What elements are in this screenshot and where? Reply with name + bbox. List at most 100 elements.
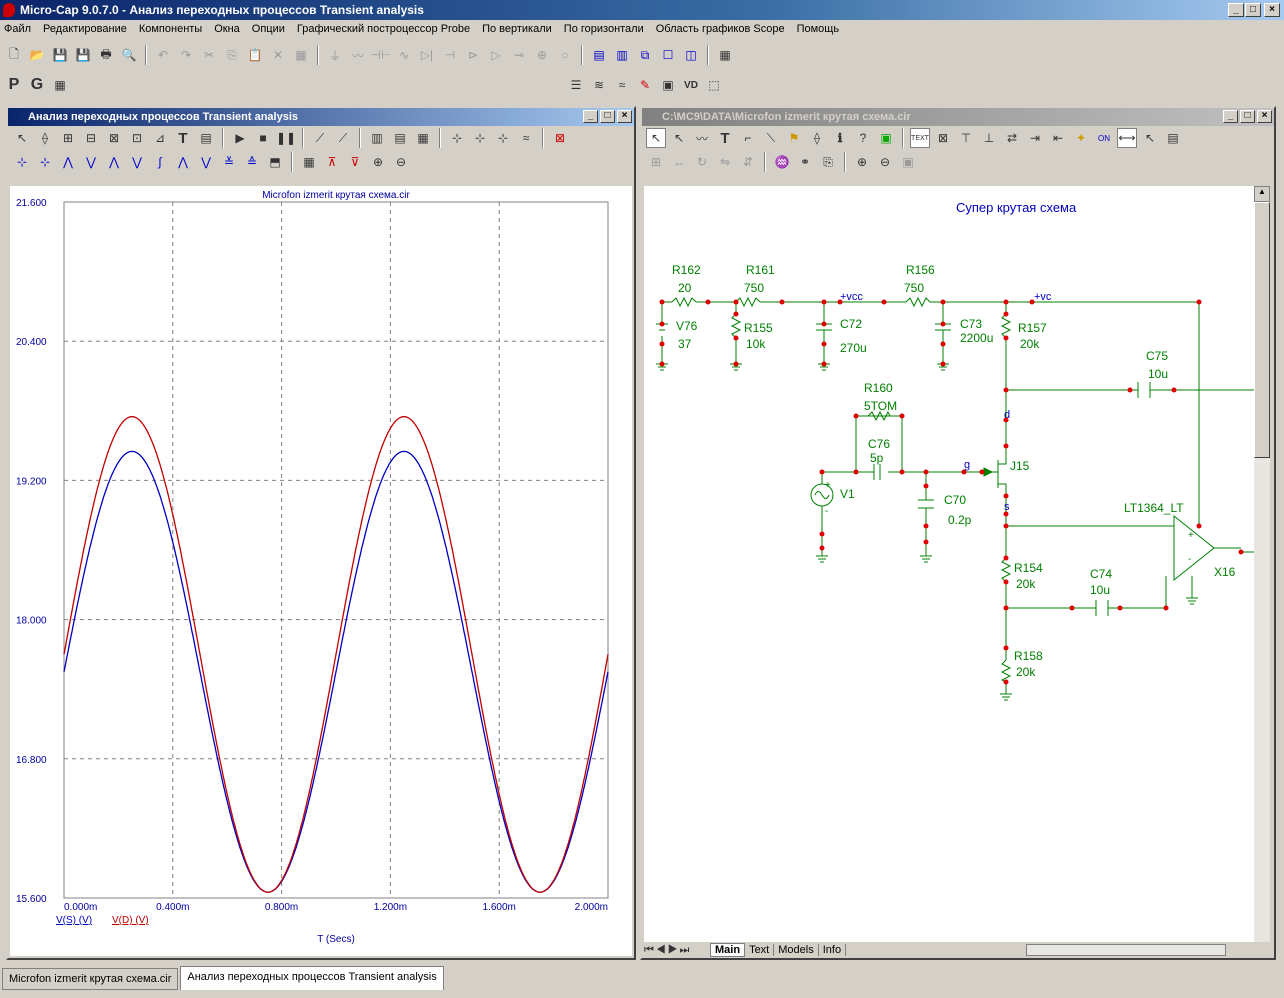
global-low-icon[interactable]: ⋁ — [196, 152, 216, 172]
save-icon[interactable]: 💾 — [50, 45, 70, 65]
tile-vertical-icon[interactable]: ▥ — [612, 45, 632, 65]
find-icon[interactable]: ♒ — [772, 152, 792, 172]
menu-vertical[interactable]: По вертикали — [482, 23, 552, 35]
tag-icon[interactable]: ⬒ — [265, 152, 285, 172]
delete-plot-icon[interactable]: ⊠ — [550, 128, 570, 148]
low-icon[interactable]: ⋁ — [127, 152, 147, 172]
bottom-icon[interactable]: ≙ — [242, 152, 262, 172]
properties-icon[interactable]: ▤ — [196, 128, 216, 148]
taskbar-tab-analysis[interactable]: Анализ переходных процессов Transient an… — [180, 966, 444, 990]
line-tool-icon[interactable]: ⟋ — [310, 128, 330, 148]
resistor-r161[interactable] — [735, 296, 761, 308]
schematic-canvas[interactable]: R162 20 R161 750 R156 750 V76 37 R155 10… — [644, 186, 1254, 942]
cursor-icon[interactable]: ⊹ — [447, 128, 467, 148]
grid-view-2-icon[interactable]: ▤ — [390, 128, 410, 148]
valley-icon[interactable]: ⋁ — [81, 152, 101, 172]
menu-options[interactable]: Опции — [252, 23, 285, 35]
select-all-icon[interactable]: ▦ — [291, 45, 311, 65]
resistor-r156[interactable] — [905, 296, 931, 308]
transient-chart[interactable]: 21.600 20.400 19.200 18.000 16.800 15.600 0.00… — [10, 186, 632, 956]
wire-mode-icon[interactable]: ⟷ — [1117, 128, 1137, 148]
print-preview-icon[interactable]: 🔍 — [119, 45, 139, 65]
flip-h-icon[interactable]: ↔ — [669, 152, 689, 172]
page-icon[interactable]: ⎘ — [818, 152, 838, 172]
help-icon[interactable]: ? — [853, 128, 873, 148]
shapes-icon[interactable]: ⟠ — [807, 128, 827, 148]
probe-pen-icon[interactable]: ✎ — [635, 75, 655, 95]
probe-2-icon[interactable]: ⊽ — [345, 152, 365, 172]
battery-icon[interactable]: ⊣ — [440, 45, 460, 65]
menu-horizontal[interactable]: По горизонтали — [564, 23, 644, 35]
stop-icon[interactable]: ■ — [253, 128, 273, 148]
resistor-icon[interactable]: 〰 — [348, 45, 368, 65]
component-icon[interactable]: ▣ — [876, 128, 896, 148]
minimize-icon[interactable]: _ — [1228, 3, 1244, 17]
text-tool-icon[interactable]: T — [173, 128, 193, 148]
node-icon[interactable]: ⊤ — [956, 128, 976, 148]
menu-components[interactable]: Компоненты — [139, 23, 202, 35]
schematic-vscrollbar[interactable]: ▲ — [1254, 186, 1270, 942]
resistor-r154[interactable] — [1000, 557, 1012, 583]
probe-p-button[interactable]: P — [4, 75, 24, 95]
undo-icon[interactable]: ↶ — [153, 45, 173, 65]
pause-icon[interactable]: ❚❚ — [276, 128, 296, 148]
list-icon[interactable]: ☰ — [566, 75, 586, 95]
menu-probe[interactable]: Графический построцессор Probe — [297, 23, 470, 35]
tab-text[interactable]: Text — [745, 944, 775, 956]
camera-icon[interactable]: ▣ — [898, 152, 918, 172]
save-all-icon[interactable]: 💾 — [73, 45, 93, 65]
schematic-drawing[interactable]: R162 20 R161 750 R156 750 V76 37 R155 10… — [644, 186, 1254, 942]
opamp-icon[interactable]: ▷ — [486, 45, 506, 65]
scale-3-icon[interactable]: ⊟ — [81, 128, 101, 148]
select-arrow-icon[interactable]: ↖ — [12, 128, 32, 148]
legend-entry-1[interactable]: V(D) (V) — [112, 915, 149, 926]
cursor-mode-icon[interactable]: ↖ — [1140, 128, 1160, 148]
menu-scope[interactable]: Область графиков Scope — [656, 23, 785, 35]
grid-view-icon[interactable]: ▥ — [367, 128, 387, 148]
open-file-icon[interactable]: 📂 — [27, 45, 47, 65]
sch-zoom-out-icon[interactable]: ⊖ — [875, 152, 895, 172]
sch-properties-icon[interactable]: ▤ — [1163, 128, 1183, 148]
probe-mark-icon[interactable]: ⇤ — [1048, 128, 1068, 148]
scroll-up-icon[interactable]: ▲ — [1254, 186, 1270, 202]
vdd-icon[interactable]: VD — [681, 75, 701, 95]
tab-models[interactable]: Models — [774, 944, 819, 956]
flag-icon[interactable]: ⚑ — [784, 128, 804, 148]
schematic-maximize-icon[interactable]: □ — [1240, 110, 1255, 123]
chart-icon[interactable]: ⬚ — [704, 75, 724, 95]
scale-6-icon[interactable]: ⊿ — [150, 128, 170, 148]
table-icon[interactable]: ▦ — [299, 152, 319, 172]
calculator-icon[interactable]: ▦ — [715, 45, 735, 65]
series-line-1[interactable] — [63, 415, 609, 893]
switch-icon[interactable]: ⊸ — [509, 45, 529, 65]
cursor-3-icon[interactable]: ⊹ — [493, 128, 513, 148]
zoom-out-icon[interactable]: ⊖ — [391, 152, 411, 172]
probe-icon[interactable]: ⊼ — [322, 152, 342, 172]
scale-icon[interactable]: ⟠ — [35, 128, 55, 148]
mirror-v-icon[interactable]: ⇵ — [738, 152, 758, 172]
series-line-0[interactable] — [63, 450, 609, 893]
npn-icon[interactable]: ⊳ — [463, 45, 483, 65]
resistor-r162[interactable] — [671, 296, 697, 308]
window-icon[interactable]: ☐ — [658, 45, 678, 65]
print-icon[interactable]: 🖶 — [96, 45, 116, 65]
legend-entry-0[interactable]: V(S) (V) — [56, 915, 92, 926]
box-icon[interactable]: ⊞ — [646, 152, 666, 172]
tab-info[interactable]: Info — [819, 944, 847, 956]
high-icon[interactable]: ⋀ — [104, 152, 124, 172]
resistor-r155[interactable] — [730, 313, 742, 339]
on-icon[interactable]: ON — [1094, 128, 1114, 148]
resistor-r157[interactable] — [1000, 313, 1012, 339]
ground-icon[interactable]: ⏚ — [325, 45, 345, 65]
cascade-icon[interactable]: ⧉ — [635, 45, 655, 65]
menu-windows[interactable]: Окна — [214, 23, 240, 35]
inflection-icon[interactable]: ∫ — [150, 152, 170, 172]
cut-icon[interactable]: ✂ — [199, 45, 219, 65]
taskbar-tab-schematic[interactable]: Microfon izmerit крутая схема.cir — [2, 968, 179, 990]
value-icon[interactable]: ⇄ — [1002, 128, 1022, 148]
scroll-thumb[interactable] — [1254, 202, 1270, 458]
copy-icon[interactable]: ⎘ — [222, 45, 242, 65]
opamp-x16[interactable] — [1173, 514, 1215, 582]
cursor-4-icon[interactable]: ≈ — [516, 128, 536, 148]
wire-icon[interactable]: 〰 — [692, 128, 712, 148]
